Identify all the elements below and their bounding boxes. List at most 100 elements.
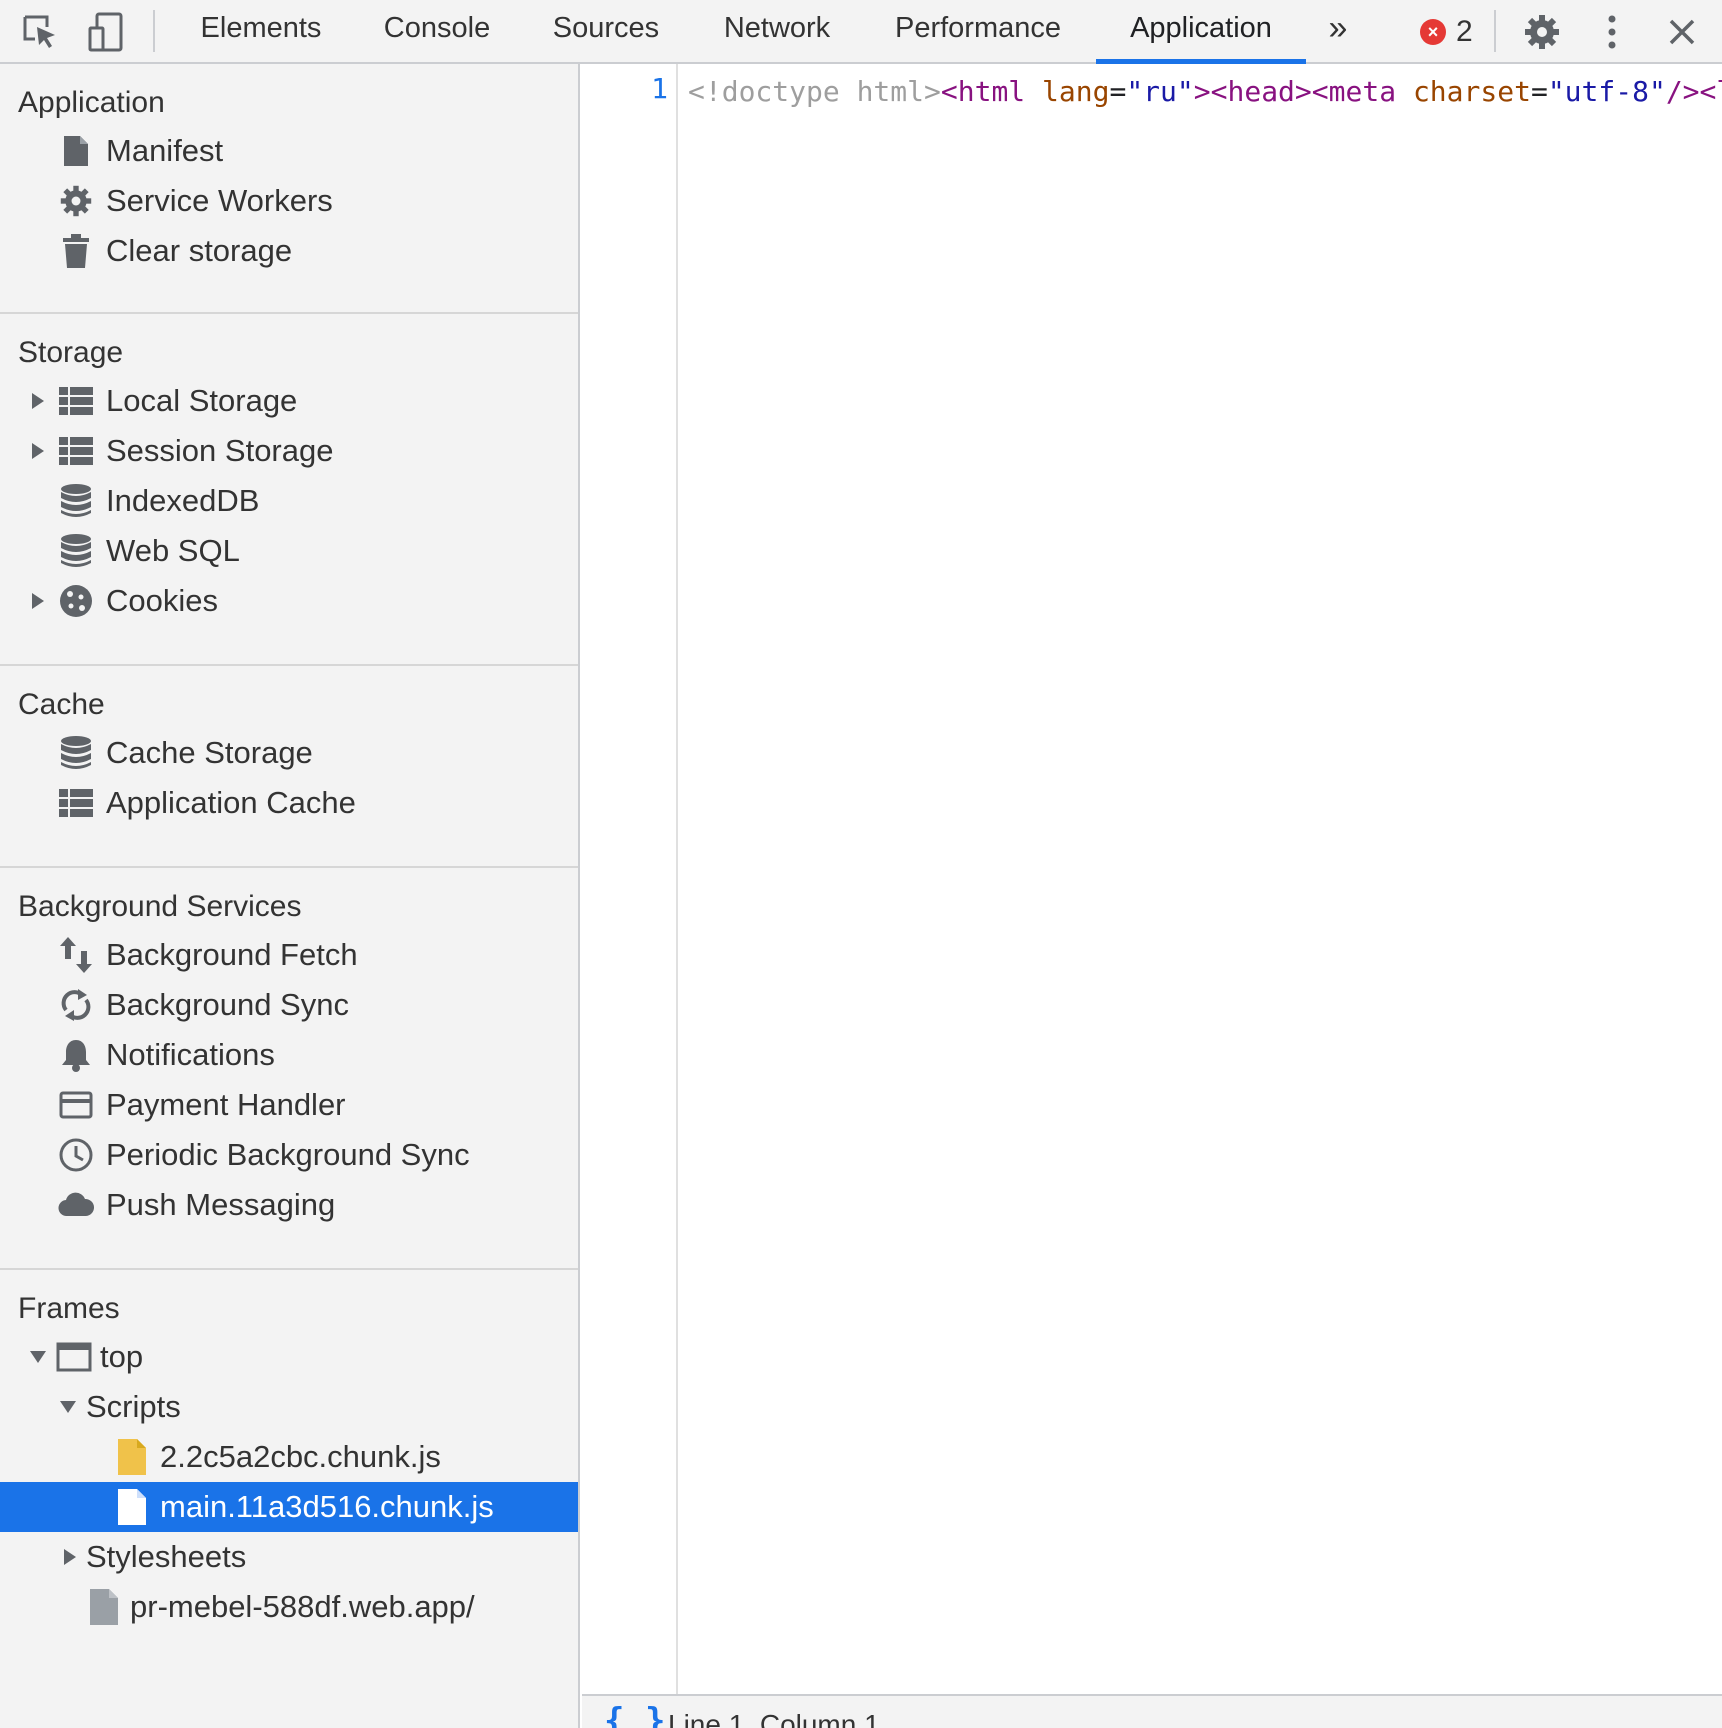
editor-status-bar: { } Line 1, Column 1 [582,1694,1722,1728]
tree-item-label: Stylesheets [86,1539,247,1574]
sidebar-item-local-storage[interactable]: Local Storage [0,376,578,426]
script-file-icon [114,1439,150,1475]
triangle-down-icon[interactable] [28,1332,48,1382]
sidebar-item-label: Payment Handler [106,1087,346,1122]
triangle-right-icon[interactable] [28,426,48,476]
code-head-tag: <head> [1210,75,1312,108]
sidebar-item-indexeddb[interactable]: IndexedDB [0,476,578,526]
tab-sources[interactable]: Sources [542,0,670,62]
table-icon [58,785,94,821]
sidebar-item-periodic-background-sync[interactable]: Periodic Background Sync [0,1130,578,1180]
tree-item-label: Scripts [86,1389,181,1424]
code-value-lang: "ru" [1126,75,1194,108]
tree-item-scripts[interactable]: Scripts [0,1382,578,1432]
triangle-right-icon[interactable] [28,376,48,426]
sidebar-item-label: Background Sync [106,987,349,1022]
sidebar-item-push-messaging[interactable]: Push Messaging [0,1180,578,1230]
sidebar-item-cache-storage[interactable]: Cache Storage [0,728,578,778]
document-icon [86,1589,122,1625]
kebab-menu-icon[interactable] [1590,10,1634,54]
devtools-window: Elements Console Sources Network Perform… [0,0,1722,1728]
section-title-cache: Cache [18,688,105,721]
sidebar-item-label: Periodic Background Sync [106,1137,470,1172]
code-doctype: <!doctype html> [688,75,941,108]
sidebar-item-label: Cookies [106,583,218,618]
tree-item-script-file[interactable]: 2.2c5a2cbc.chunk.js [0,1432,578,1482]
sidebar-item-application-cache[interactable]: Application Cache [0,778,578,828]
error-counter[interactable]: × 2 [1420,12,1473,52]
triangle-right-icon[interactable] [60,1532,80,1582]
inspect-element-icon[interactable] [18,10,62,54]
sidebar-item-service-workers[interactable]: Service Workers [0,176,578,226]
code-tag-close: > [1193,75,1211,108]
tab-console[interactable]: Console [372,0,502,62]
tree-item-label: top [100,1339,144,1374]
tab-performance[interactable]: Performance [882,0,1074,62]
tree-item-script-file-selected[interactable]: main.11a3d516.chunk.js [0,1482,578,1532]
toolbar-separator [1494,10,1496,52]
application-sidebar: Application Manifest Service Workers Cle… [0,64,580,1728]
table-icon [58,383,94,419]
triangle-right-icon[interactable] [28,576,48,626]
sidebar-item-notifications[interactable]: Notifications [0,1030,578,1080]
tab-network[interactable]: Network [712,0,842,62]
section-storage: Storage Local Storage Session Storage In… [0,314,578,666]
section-title-application: Application [18,86,165,119]
section-application: Application Manifest Service Workers Cle… [0,64,578,314]
sidebar-item-label: Local Storage [106,383,298,418]
sidebar-item-clear-storage[interactable]: Clear storage [0,226,578,276]
sidebar-item-label: Web SQL [106,533,240,568]
trash-icon [58,233,94,269]
sidebar-item-label: Clear storage [106,233,293,268]
code-line[interactable]: <!doctype html><html lang="ru"><head><me… [688,72,1722,112]
sidebar-item-background-fetch[interactable]: Background Fetch [0,930,578,980]
clock-icon [58,1137,94,1173]
chevron-double-right-icon[interactable]: » [1318,0,1358,62]
line-number-gutter: 1 [582,64,678,1694]
sidebar-item-label: Service Workers [106,183,333,218]
sidebar-item-label: IndexedDB [106,483,260,518]
bell-icon [58,1037,94,1073]
line-number: 1 [651,72,668,105]
database-icon [58,735,94,771]
sidebar-item-web-sql[interactable]: Web SQL [0,526,578,576]
sidebar-item-label: Application Cache [106,785,356,820]
toolbar-separator [153,10,155,52]
tab-application[interactable]: Application [1096,0,1306,64]
credit-card-icon [58,1087,94,1123]
code-next-tag: <li [1699,75,1722,108]
sidebar-item-background-sync[interactable]: Background Sync [0,980,578,1030]
code-self-close: /> [1665,75,1700,108]
tab-elements[interactable]: Elements [186,0,336,62]
device-toolbar-icon[interactable] [84,10,128,54]
sidebar-item-label: Background Fetch [106,937,358,972]
code-attr-charset: charset [1412,75,1531,108]
close-icon[interactable] [1660,10,1704,54]
sidebar-item-label: Manifest [106,133,224,168]
sidebar-item-payment-handler[interactable]: Payment Handler [0,1080,578,1130]
cursor-position: Line 1, Column 1 [668,1709,880,1728]
sidebar-item-label: Notifications [106,1037,275,1072]
section-background-services: Background Services Background Fetch Bac… [0,868,578,1270]
up-down-arrows-icon [58,937,94,973]
tree-item-label: 2.2c5a2cbc.chunk.js [160,1439,441,1474]
code-value-charset: "utf-8" [1547,75,1666,108]
triangle-down-icon[interactable] [58,1382,78,1432]
tree-item-document[interactable]: pr-mebel-588df.web.app/ [0,1582,578,1632]
sidebar-item-session-storage[interactable]: Session Storage [0,426,578,476]
frame-window-icon [56,1339,92,1375]
sidebar-item-cookies[interactable]: Cookies [0,576,578,626]
sidebar-item-manifest[interactable]: Manifest [0,126,578,176]
source-editor[interactable]: 1 <!doctype html><html lang="ru"><head><… [582,64,1722,1728]
gear-icon[interactable] [1520,10,1564,54]
tree-item-stylesheets[interactable]: Stylesheets [0,1532,578,1582]
tree-item-label: main.11a3d516.chunk.js [160,1489,494,1524]
section-cache: Cache Cache Storage Application Cache [0,666,578,868]
section-frames: Frames top Scripts 2.2c5a2cbc.chunk.js m… [0,1270,578,1728]
sync-icon [58,987,94,1023]
table-icon [58,433,94,469]
sidebar-item-label: Push Messaging [106,1187,336,1222]
tree-item-frame-top[interactable]: top [0,1332,578,1382]
pretty-print-icon[interactable]: { } [604,1704,665,1728]
devtools-toolbar: Elements Console Sources Network Perform… [0,0,1722,64]
